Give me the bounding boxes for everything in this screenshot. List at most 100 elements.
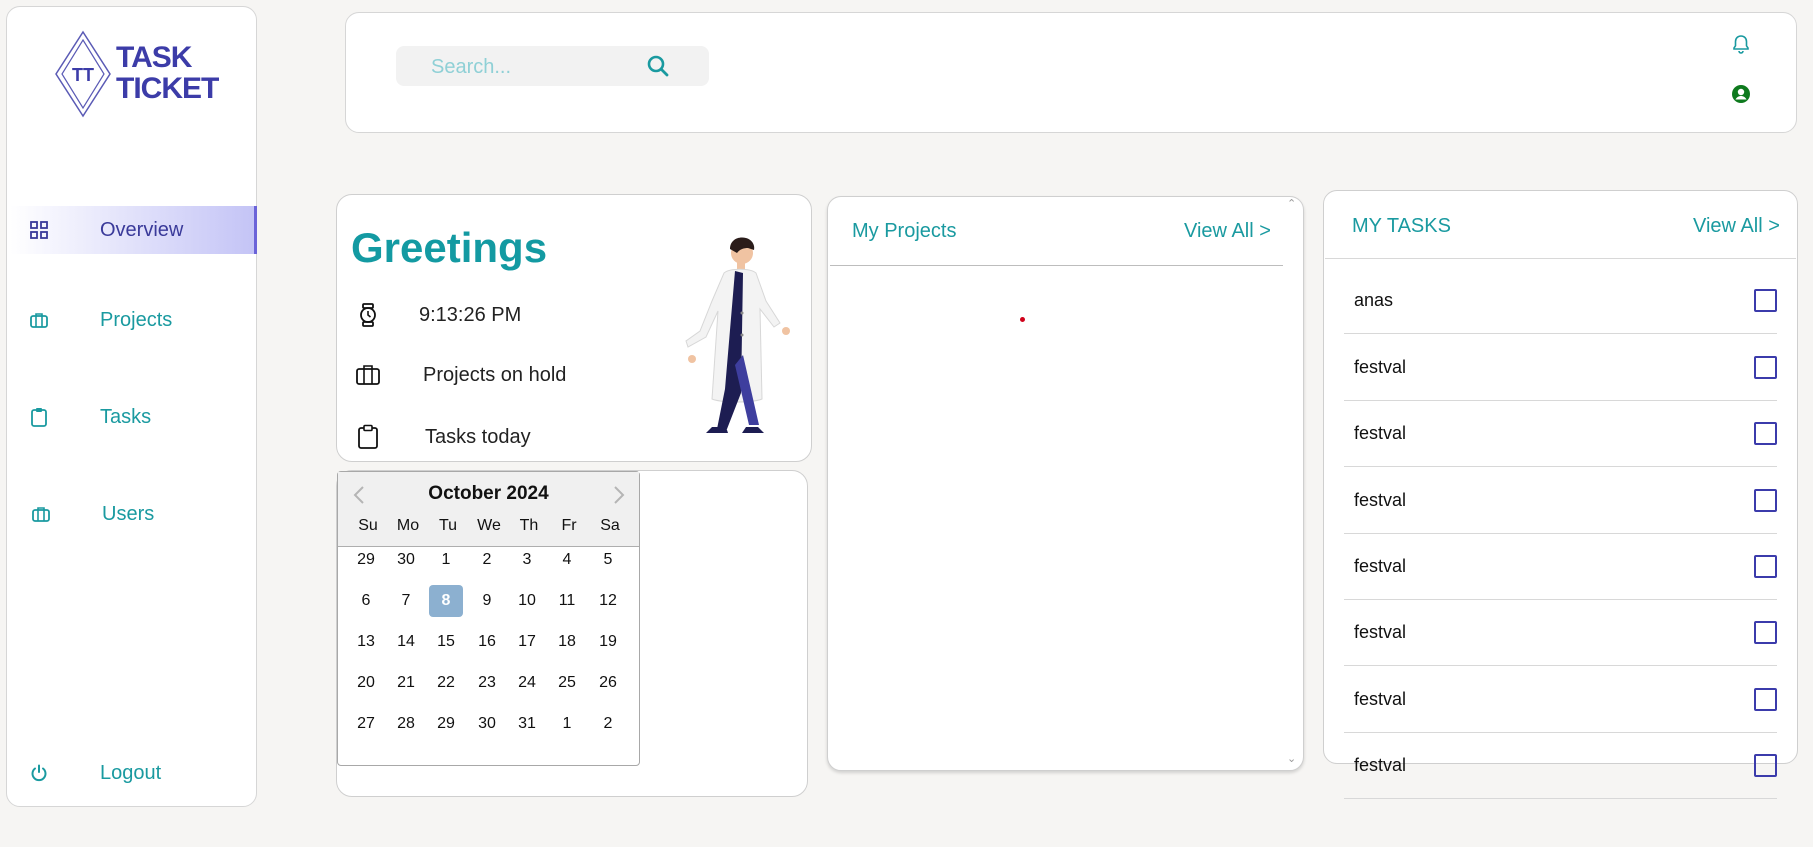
weekday-label: We [477, 517, 501, 534]
calendar-day[interactable]: 19 [591, 626, 625, 658]
logo-diamond-icon: TT [55, 30, 111, 118]
projects-view-all-link[interactable]: View All > [1184, 220, 1271, 243]
prev-month-icon[interactable] [350, 484, 370, 506]
doctor-illustration [685, 237, 790, 433]
task-name: anas [1354, 290, 1394, 310]
calendar-header: October 2024 Su Mo Tu We Th Fr Sa [338, 472, 639, 547]
calendar-day[interactable]: 10 [510, 585, 544, 617]
search-input[interactable] [396, 46, 673, 88]
clipboard-icon [358, 424, 378, 449]
calendar-day[interactable]: 1 [429, 544, 463, 576]
projects-title: My Projects [852, 220, 957, 242]
projects-on-hold-row: Projects on hold [355, 360, 566, 390]
scroll-down-icon[interactable]: ⌄ [1287, 752, 1296, 765]
calendar-day[interactable]: 15 [429, 626, 463, 658]
search-box[interactable] [396, 46, 709, 88]
calendar-day[interactable]: 29 [429, 708, 463, 740]
calendar-day[interactable]: 27 [349, 708, 383, 740]
calendar-day[interactable]: 12 [591, 585, 625, 617]
calendar-day[interactable]: 22 [429, 667, 463, 699]
search-icon[interactable] [646, 54, 670, 78]
calendar-day[interactable]: 17 [510, 626, 544, 658]
briefcase-icon [28, 309, 50, 331]
task-checkbox[interactable] [1754, 688, 1777, 711]
calendar-day[interactable]: 5 [591, 544, 625, 576]
briefcase-icon [30, 503, 52, 525]
calendar-day[interactable]: 2 [591, 708, 625, 740]
sidebar-item-users[interactable]: Users [10, 490, 257, 538]
calendar-day[interactable]: 24 [510, 667, 544, 699]
calendar-day[interactable]: 28 [389, 708, 423, 740]
calendar-day[interactable]: 13 [349, 626, 383, 658]
calendar-day[interactable]: 9 [470, 585, 504, 617]
sidebar-item-projects[interactable]: Projects [10, 296, 257, 344]
task-name: festval [1354, 357, 1407, 377]
task-name: festval [1354, 556, 1407, 576]
divider [830, 265, 1283, 266]
weekday-label: Fr [561, 517, 577, 534]
logo-line-1: TASK [116, 41, 192, 74]
task-checkbox[interactable] [1754, 555, 1777, 578]
task-checkbox[interactable] [1754, 422, 1777, 445]
greetings-title: Greetings [351, 224, 548, 271]
loading-dot [1020, 317, 1025, 322]
calendar-day[interactable]: 7 [389, 585, 423, 617]
task-name: festval [1354, 423, 1407, 443]
logo-initials: TT [72, 65, 94, 85]
tasks-today-row: Tasks today [355, 422, 531, 452]
calendar-day[interactable]: 16 [470, 626, 504, 658]
calendar-day[interactable]: 3 [510, 544, 544, 576]
weekday-label: Mo [396, 517, 420, 534]
calendar-day[interactable]: 23 [470, 667, 504, 699]
task-name: festval [1354, 755, 1407, 775]
task-checkbox[interactable] [1754, 289, 1777, 312]
weekday-label: Sa [600, 517, 620, 534]
calendar-day[interactable]: 11 [550, 585, 584, 617]
calendar-day[interactable]: 20 [349, 667, 383, 699]
task-row: festval [1344, 733, 1777, 799]
projects-card [827, 196, 1304, 771]
task-checkbox[interactable] [1754, 621, 1777, 644]
calendar-day[interactable]: 31 [510, 708, 544, 740]
sidebar-item-label: Projects [100, 308, 173, 331]
task-checkbox[interactable] [1754, 356, 1777, 379]
task-checkbox[interactable] [1754, 754, 1777, 777]
sidebar-item-label: Tasks [100, 405, 152, 428]
task-checkbox[interactable] [1754, 489, 1777, 512]
bell-icon[interactable] [1730, 33, 1752, 55]
scroll-up-icon[interactable]: ⌃ [1287, 197, 1296, 210]
user-avatar-icon[interactable] [1731, 84, 1751, 104]
logout-button[interactable]: Logout [10, 749, 257, 797]
logo-line-2: TICKET [116, 72, 219, 105]
task-row: festval [1344, 534, 1777, 600]
calendar-day[interactable]: 21 [389, 667, 423, 699]
divider [1325, 258, 1796, 259]
task-row: festval [1344, 600, 1777, 666]
clipboard-icon [28, 406, 50, 428]
calendar-day[interactable]: 25 [550, 667, 584, 699]
calendar-day[interactable]: 26 [591, 667, 625, 699]
tasks-view-all-link[interactable]: View All > [1693, 215, 1780, 238]
tasks-today-label: Tasks today [425, 425, 531, 448]
projects-on-hold-label: Projects on hold [423, 363, 567, 386]
calendar-day[interactable]: 29 [349, 544, 383, 576]
task-row: festval [1344, 667, 1777, 733]
calendar-day[interactable]: 14 [389, 626, 423, 658]
next-month-icon[interactable] [608, 484, 628, 506]
task-name: festval [1354, 689, 1407, 709]
watch-icon [360, 303, 376, 327]
calendar-day[interactable]: 8 [429, 585, 463, 617]
logo[interactable]: TT TASK TICKET [52, 28, 219, 120]
calendar-day[interactable]: 30 [389, 544, 423, 576]
calendar-day[interactable]: 1 [550, 708, 584, 740]
calendar-day[interactable]: 2 [470, 544, 504, 576]
calendar-day[interactable]: 4 [550, 544, 584, 576]
calendar-day[interactable]: 6 [349, 585, 383, 617]
sidebar-item-tasks[interactable]: Tasks [10, 393, 257, 441]
sidebar-item-overview[interactable]: Overview [10, 206, 257, 254]
briefcase-icon [356, 365, 380, 385]
logo-text: TASK TICKET [116, 41, 219, 105]
calendar: October 2024 Su Mo Tu We Th Fr Sa 29 30 1 2… [337, 471, 640, 766]
calendar-day[interactable]: 18 [550, 626, 584, 658]
calendar-day[interactable]: 30 [470, 708, 504, 740]
